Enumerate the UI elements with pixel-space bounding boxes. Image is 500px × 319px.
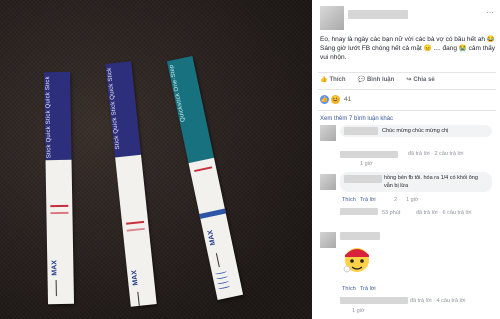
comment-like-link[interactable]: Thích bbox=[342, 197, 356, 203]
reply-time: 53 phút bbox=[382, 210, 401, 216]
strip-brand-text: Stick Quick Stick Quick Stick bbox=[106, 67, 122, 150]
poster-name-blurred[interactable] bbox=[348, 10, 408, 19]
post-text: Eo, hnay là ngày các bạn nữ vời các bà v… bbox=[320, 36, 496, 61]
commenter-name-blurred[interactable] bbox=[344, 175, 382, 183]
like-button[interactable]: 👍 Thích bbox=[320, 76, 346, 84]
comment-text: Chúc mừng chúc mừng chị bbox=[382, 128, 449, 134]
comment-time: 1 giờ bbox=[352, 308, 365, 314]
arrow-indicator bbox=[215, 253, 220, 268]
strip-window: MAX bbox=[188, 157, 244, 301]
comment-reply-link[interactable]: Trả lời bbox=[360, 197, 376, 203]
reaction-count: 41 bbox=[344, 96, 352, 103]
test-line bbox=[50, 211, 69, 215]
pregnancy-test-photo: Stick Quick Stick Quick Stick MAX Stick … bbox=[0, 0, 312, 319]
reply-avatars-blurred bbox=[340, 151, 398, 158]
like-reaction-icon: 👍 bbox=[320, 95, 329, 104]
options-icon[interactable]: ⋯ bbox=[486, 8, 494, 17]
wave-mark bbox=[217, 284, 231, 290]
comment-icon: 💬 bbox=[357, 77, 365, 83]
strip-brand-text: Quickstick One-Step bbox=[168, 63, 187, 123]
facebook-side-panel: ⋯ Eo, hnay là ngày các bạn nữ vời các bà… bbox=[312, 0, 500, 319]
like-label: Thích bbox=[329, 76, 346, 83]
comment-reply-link[interactable]: Trả lời bbox=[360, 286, 376, 292]
test-strip-1: Stick Quick Stick Quick Stick MAX bbox=[43, 71, 75, 305]
test-line bbox=[126, 227, 145, 232]
strip-handle: Quickstick One-Step bbox=[166, 55, 214, 164]
comment-button[interactable]: 💬 Bình luận bbox=[357, 76, 395, 84]
poster-avatar[interactable] bbox=[320, 6, 344, 30]
strip-window: MAX bbox=[45, 159, 75, 305]
strip-brand-text: Stick Quick Stick Quick Stick bbox=[45, 76, 53, 159]
control-line bbox=[194, 166, 213, 173]
share-label: Chia sẻ bbox=[413, 76, 435, 83]
arrow-indicator bbox=[137, 291, 140, 306]
strip-handle: Stick Quick Stick Quick Stick bbox=[43, 71, 72, 161]
max-label: MAX bbox=[207, 229, 218, 246]
share-button[interactable]: ↪ Chia sẻ bbox=[406, 76, 435, 84]
max-label: MAX bbox=[131, 269, 140, 286]
reply-avatars-blurred bbox=[340, 208, 378, 215]
comment-bubble: hồng bén fb tôi. hóa ra 1/4 có khối ông … bbox=[340, 172, 492, 192]
commenter-avatar[interactable] bbox=[320, 232, 336, 248]
comment-bubble: Chúc mừng chúc mừng chị bbox=[340, 125, 492, 137]
post-actions: 👍 Thích 💬 Bình luận ↪ Chia sẻ bbox=[320, 76, 496, 84]
comment-label: Bình luận bbox=[366, 76, 395, 83]
commenter-avatar[interactable] bbox=[320, 174, 336, 190]
divider bbox=[318, 72, 496, 73]
thumbs-up-icon: 👍 bbox=[320, 77, 328, 83]
comment-time: 1 giờ bbox=[360, 161, 373, 167]
view-more-comments-link[interactable]: Xem thêm 7 bình luận khác bbox=[320, 116, 393, 122]
divider bbox=[318, 110, 496, 111]
test-strip-2: Stick Quick Stick Quick Stick MAX bbox=[105, 61, 157, 307]
blue-band bbox=[199, 208, 226, 219]
comment-text: hồng bén fb tôi. hóa ra 1/4 có khối ông … bbox=[384, 175, 478, 189]
reply-avatars-blurred bbox=[340, 297, 408, 304]
like-count: 2 bbox=[394, 197, 398, 203]
reply-summary[interactable]: đã trả lời · 6 câu trả lời bbox=[416, 210, 472, 216]
strip-handle: Stick Quick Stick Quick Stick bbox=[105, 61, 142, 158]
commenter-avatar[interactable] bbox=[320, 125, 336, 141]
haha-reaction-icon: 😆 bbox=[331, 95, 340, 104]
strip-window: MAX bbox=[115, 154, 157, 307]
cartoon-sticker bbox=[343, 248, 369, 273]
test-strip-3: Quickstick One-Step MAX bbox=[166, 55, 244, 301]
control-line bbox=[125, 220, 145, 225]
commenter-name-blurred[interactable] bbox=[340, 232, 380, 240]
divider bbox=[318, 89, 496, 90]
reaction-summary[interactable]: 👍 😆 41 bbox=[320, 95, 351, 104]
arrow-indicator bbox=[55, 280, 57, 297]
comment-like-link[interactable]: Thích bbox=[342, 286, 356, 292]
reply-summary[interactable]: đã trả lời · 4 câu trả lời bbox=[410, 298, 466, 304]
share-icon: ↪ bbox=[406, 77, 412, 83]
max-label: MAX bbox=[51, 260, 59, 276]
commenter-name-blurred[interactable] bbox=[344, 127, 378, 135]
reply-summary[interactable]: đã trả lời · 2 câu trả lời bbox=[408, 151, 464, 157]
control-line bbox=[50, 204, 69, 208]
comment-time: 1 giờ bbox=[406, 197, 419, 203]
